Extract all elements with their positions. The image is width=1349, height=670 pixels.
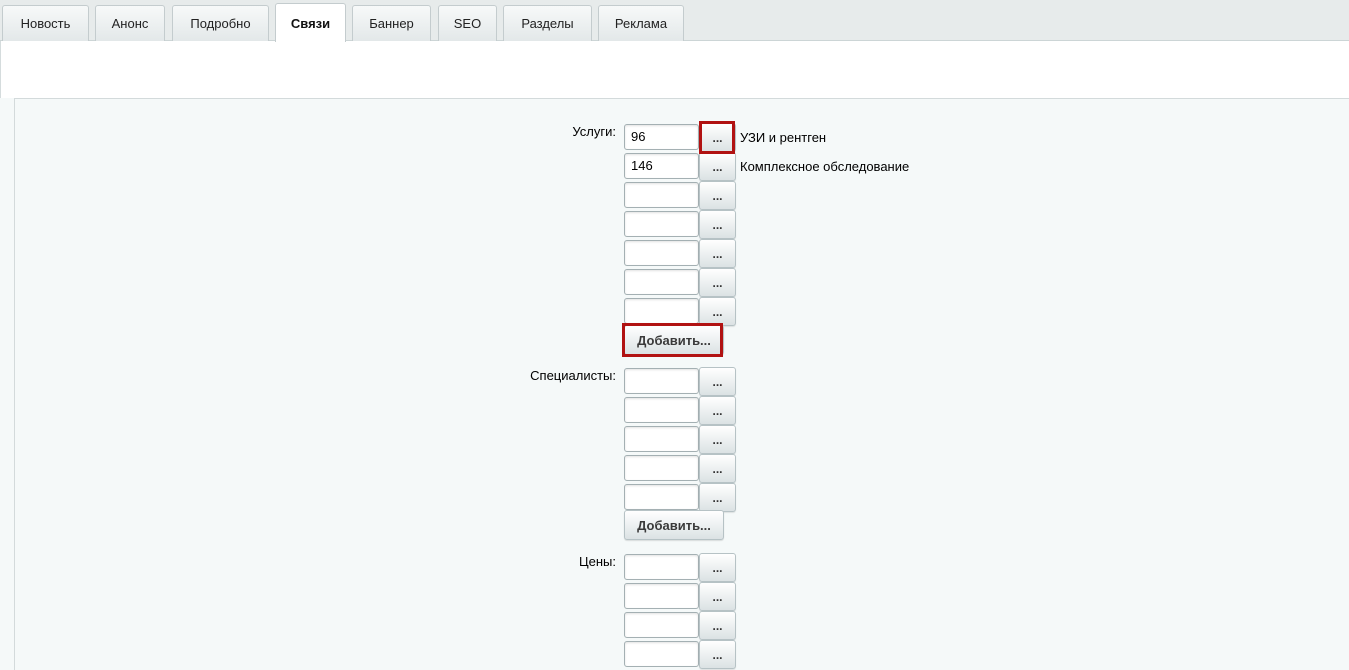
tab-seo[interactable]: SEO xyxy=(438,5,497,41)
specialist-id-input[interactable] xyxy=(624,455,699,481)
price-id-input[interactable] xyxy=(624,612,699,638)
price-browse-button[interactable]: ... xyxy=(699,640,736,669)
service-browse-button[interactable]: ... xyxy=(699,239,736,268)
services-label: Услуги: xyxy=(572,124,616,139)
price-browse-button[interactable]: ... xyxy=(699,553,736,582)
specialist-browse-button[interactable]: ... xyxy=(699,396,736,425)
service-description: УЗИ и рентген xyxy=(740,130,827,145)
price-browse-button[interactable]: ... xyxy=(699,611,736,640)
price-id-input[interactable] xyxy=(624,641,699,667)
prices-label: Цены: xyxy=(579,554,616,569)
specialists-add-button[interactable]: Добавить... xyxy=(624,510,724,540)
service-browse-button[interactable]: ... xyxy=(699,123,736,152)
tab-podrobno[interactable]: Подробно xyxy=(172,5,269,41)
service-id-input[interactable] xyxy=(624,298,699,324)
services-add-button[interactable]: Добавить... xyxy=(624,325,724,355)
specialist-id-input[interactable] xyxy=(624,397,699,423)
service-id-input[interactable]: 146 xyxy=(624,153,699,179)
service-id-input[interactable] xyxy=(624,269,699,295)
specialists-label: Специалисты: xyxy=(530,368,616,383)
tab-anons[interactable]: Анонс xyxy=(95,5,165,41)
specialist-id-input[interactable] xyxy=(624,426,699,452)
tab-content-header xyxy=(0,41,1349,98)
specialist-browse-button[interactable]: ... xyxy=(699,454,736,483)
specialist-browse-button[interactable]: ... xyxy=(699,483,736,512)
tab-razdely[interactable]: Разделы xyxy=(503,5,592,41)
price-browse-button[interactable]: ... xyxy=(699,582,736,611)
specialist-browse-button[interactable]: ... xyxy=(699,425,736,454)
tab-banner[interactable]: Баннер xyxy=(352,5,431,41)
service-id-input[interactable] xyxy=(624,182,699,208)
service-description: Комплексное обследование xyxy=(740,159,910,174)
service-browse-button[interactable]: ... xyxy=(699,152,736,181)
service-browse-button[interactable]: ... xyxy=(699,268,736,297)
price-id-input[interactable] xyxy=(624,583,699,609)
specialist-browse-button[interactable]: ... xyxy=(699,367,736,396)
service-id-input[interactable] xyxy=(624,211,699,237)
tab-reklama[interactable]: Реклама xyxy=(598,5,684,41)
service-browse-button[interactable]: ... xyxy=(699,297,736,326)
price-id-input[interactable] xyxy=(624,554,699,580)
tab-bar: Новость Анонс Подробно Связи Баннер SEO … xyxy=(0,0,1349,42)
service-id-input[interactable] xyxy=(624,240,699,266)
specialist-id-input[interactable] xyxy=(624,368,699,394)
tab-svyazi[interactable]: Связи xyxy=(275,3,346,42)
specialist-id-input[interactable] xyxy=(624,484,699,510)
service-browse-button[interactable]: ... xyxy=(699,181,736,210)
service-browse-button[interactable]: ... xyxy=(699,210,736,239)
tab-novost[interactable]: Новость xyxy=(2,5,89,41)
service-id-input[interactable]: 96 xyxy=(624,124,699,150)
